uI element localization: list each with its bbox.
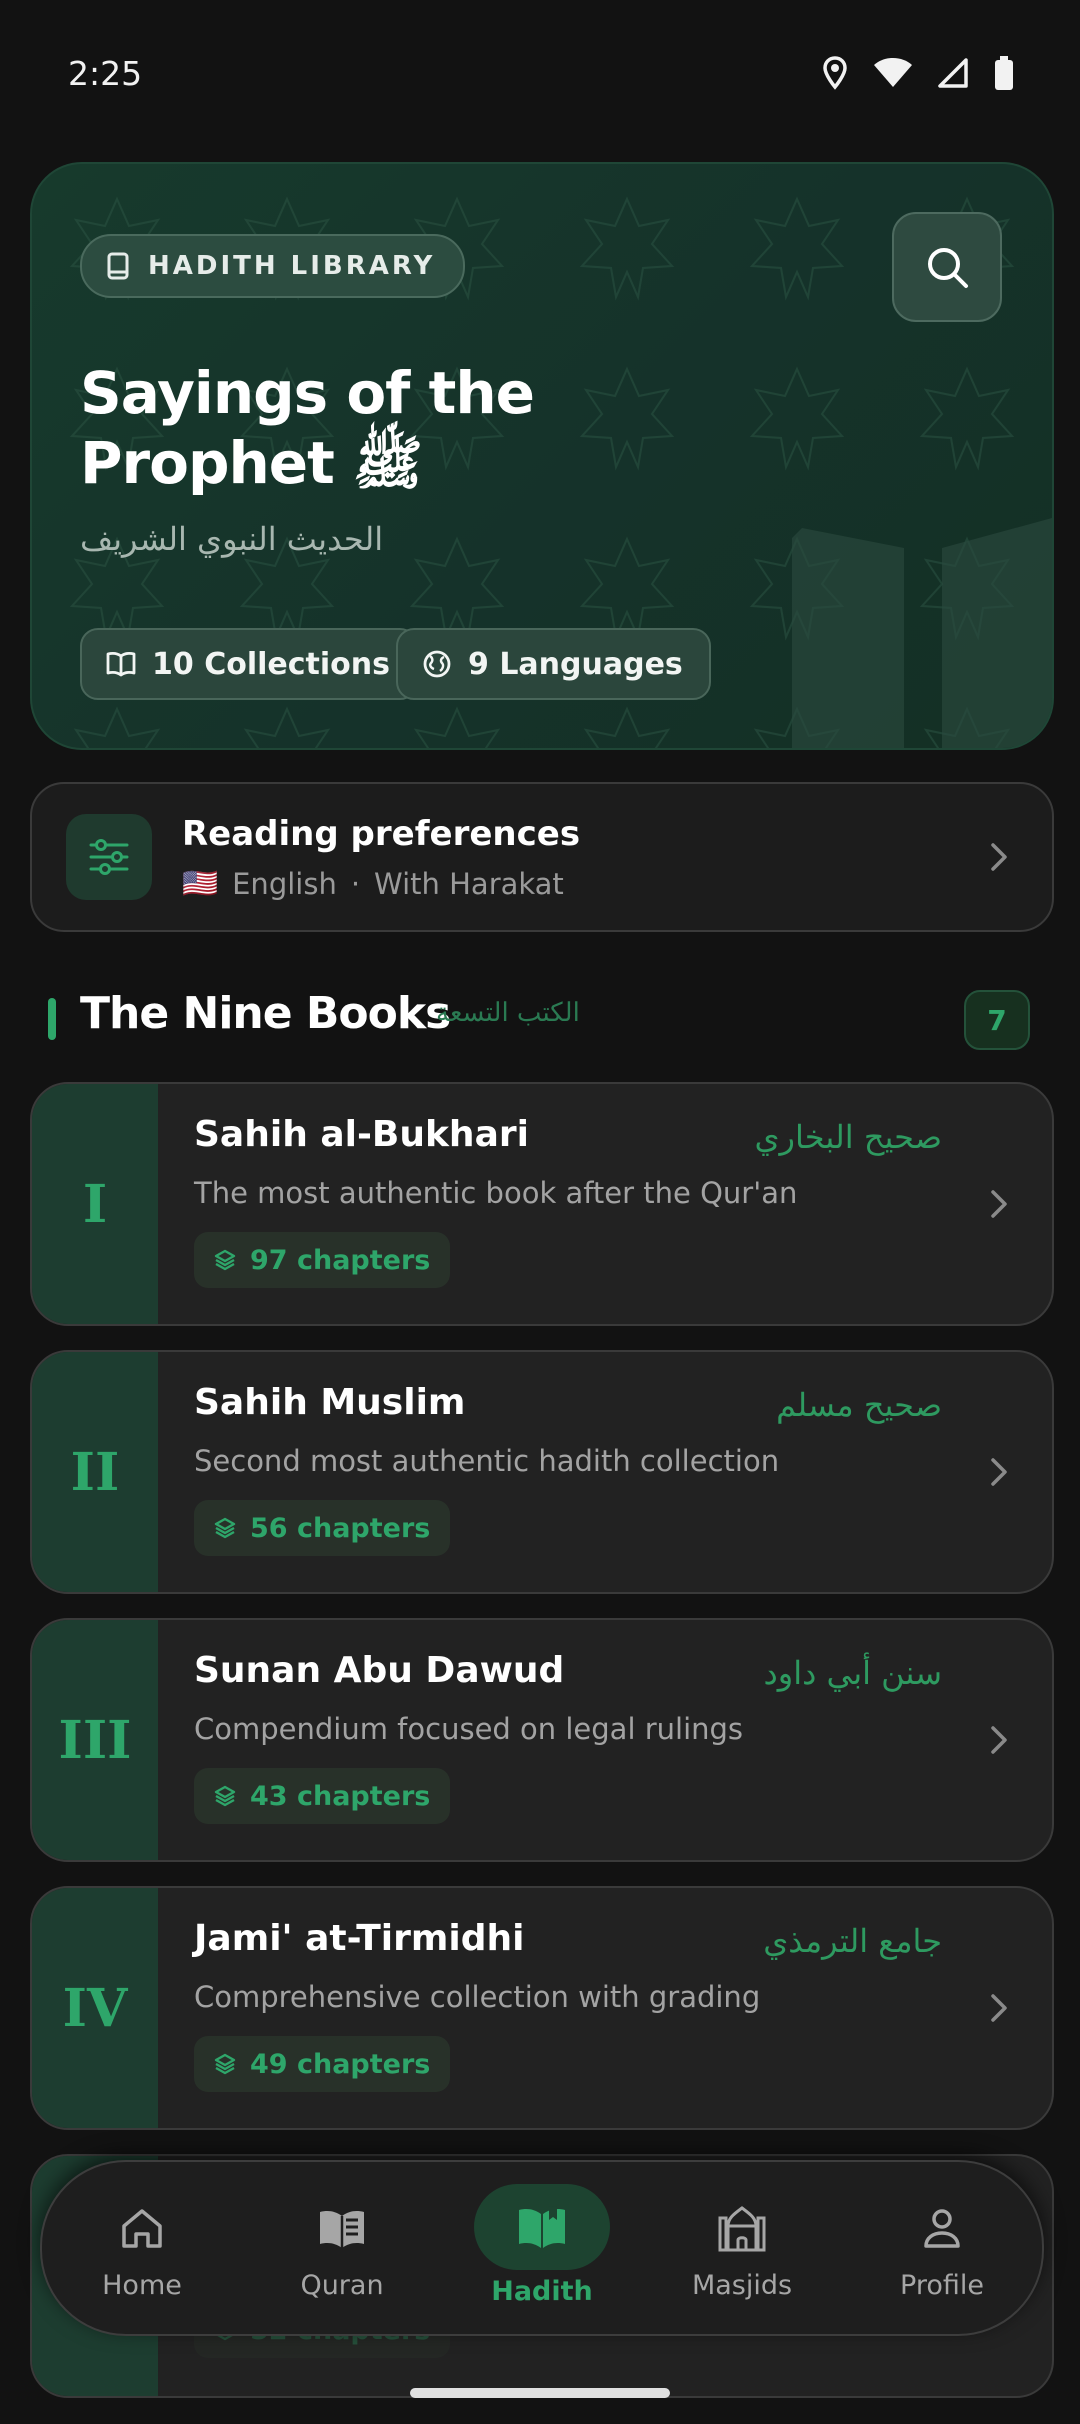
page-title: Sayings of the Prophet ﷺ: [80, 358, 640, 498]
flag-icon: 🇺🇸: [182, 866, 219, 900]
title-line-1: Sayings of the: [80, 359, 535, 427]
nav-home[interactable]: Home: [42, 2162, 242, 2334]
open-book-decoration: [792, 518, 1052, 748]
signal-icon: [938, 58, 968, 88]
open-book-icon: [106, 652, 136, 677]
battery-icon: [995, 56, 1013, 90]
chapters-badge: 43 chapters: [194, 1768, 451, 1824]
chapters-badge: 49 chapters: [194, 2036, 451, 2092]
nav-quran[interactable]: Quran: [242, 2162, 442, 2334]
book-arabic-title: جامع الترمذي: [763, 1922, 942, 1960]
chapters-count: 49 chapters: [250, 2048, 431, 2080]
nav-home-label: Home: [102, 2270, 182, 2301]
reading-preferences-card[interactable]: Reading preferences 🇺🇸 English · With Ha…: [30, 782, 1054, 932]
chevron-right-icon: [991, 1458, 1007, 1486]
section-arabic-title: الكتب التسعة: [436, 998, 580, 1028]
status-bar: 2:25: [0, 0, 1080, 150]
book-numeral: II: [32, 1352, 158, 1592]
preferences-title: Reading preferences: [182, 814, 581, 854]
status-time: 2:25: [68, 54, 143, 93]
book-arabic-title: صحيح البخاري: [754, 1118, 942, 1156]
masjid-icon: [714, 2198, 770, 2258]
wifi-icon: [874, 58, 912, 87]
book-description: Second most authentic hadith collection: [194, 1444, 780, 1478]
section-accent-bar: [48, 998, 56, 1040]
book-numeral: IV: [32, 1888, 158, 2128]
layers-icon: [214, 1785, 236, 1807]
location-icon: [823, 56, 847, 90]
book-title: Sahih al-Bukhari: [194, 1114, 529, 1155]
layers-icon: [214, 2053, 236, 2075]
hero-banner: HADITH LIBRARY Sayings of the Prophet ﷺ …: [30, 162, 1054, 750]
globe-icon: [423, 650, 451, 678]
book-description: The most authentic book after the Qur'an: [194, 1176, 798, 1210]
collections-chip: 10 Collections: [80, 628, 418, 700]
chevron-right-icon: [991, 1726, 1007, 1754]
nav-hadith-label: Hadith: [491, 2276, 593, 2307]
book-description: Compendium focused on legal rulings: [194, 1712, 744, 1746]
chapters-badge: 97 chapters: [194, 1232, 451, 1288]
layers-icon: [214, 1517, 236, 1539]
layers-icon: [214, 1249, 236, 1271]
nav-hadith[interactable]: Hadith: [442, 2162, 642, 2334]
quran-icon: [316, 2198, 368, 2258]
book-arabic-title: صحيح مسلم: [776, 1386, 942, 1424]
nav-profile-label: Profile: [900, 2270, 984, 2301]
home-indicator[interactable]: [410, 2388, 670, 2398]
collections-label: 10 Collections: [152, 646, 390, 682]
nav-profile[interactable]: Profile: [842, 2162, 1042, 2334]
nav-masjids-label: Masjids: [691, 2270, 793, 2301]
book-card-bukhari[interactable]: I Sahih al-Bukhari صحيح البخاري The most…: [30, 1082, 1054, 1326]
languages-chip: 9 Languages: [396, 628, 711, 700]
language-value: English: [232, 866, 337, 901]
separator: ·: [350, 866, 361, 901]
hadith-library-badge: HADITH LIBRARY: [80, 234, 466, 298]
profile-icon: [920, 2198, 964, 2258]
arabic-subtitle: الحديث النبوي الشريف: [80, 520, 384, 558]
book-card-tirmidhi[interactable]: IV Jami' at-Tirmidhi جامع الترمذي Compre…: [30, 1886, 1054, 2130]
languages-label: 9 Languages: [468, 646, 683, 682]
home-icon: [120, 2198, 164, 2258]
preferences-subtitle: 🇺🇸 English · With Harakat: [182, 866, 564, 901]
book-description: Comprehensive collection with grading: [194, 1980, 761, 2014]
search-button[interactable]: [892, 212, 1002, 322]
book-icon: [107, 252, 129, 280]
chevron-right-icon: [991, 843, 1007, 871]
nav-quran-label: Quran: [300, 2270, 384, 2301]
book-card-muslim[interactable]: II Sahih Muslim صحيح مسلم Second most au…: [30, 1350, 1054, 1594]
search-icon: [928, 248, 968, 288]
chevron-right-icon: [991, 1190, 1007, 1218]
section-title: The Nine Books: [80, 988, 451, 1039]
book-numeral: III: [32, 1620, 158, 1860]
section-count-badge: 7: [964, 990, 1030, 1050]
title-line-2: Prophet ﷺ: [80, 429, 424, 497]
chapters-count: 97 chapters: [250, 1244, 431, 1276]
book-title: Sahih Muslim: [194, 1382, 466, 1423]
chapters-count: 43 chapters: [250, 1780, 431, 1812]
bottom-navigation: Home Quran Hadith Masjids Profile: [40, 2160, 1044, 2336]
hadith-icon: [474, 2184, 610, 2270]
chapters-count: 56 chapters: [250, 1512, 431, 1544]
chevron-right-icon: [991, 1994, 1007, 2022]
book-title: Jami' at-Tirmidhi: [194, 1918, 525, 1959]
status-icons: [822, 56, 1014, 90]
sliders-icon: [66, 814, 152, 900]
harakat-value: With Harakat: [374, 866, 564, 901]
book-arabic-title: سنن أبي داود: [763, 1654, 942, 1692]
book-numeral: I: [32, 1084, 158, 1324]
book-title: Sunan Abu Dawud: [194, 1650, 565, 1691]
chapters-badge: 56 chapters: [194, 1500, 451, 1556]
book-card-abu-dawud[interactable]: III Sunan Abu Dawud سنن أبي داود Compend…: [30, 1618, 1054, 1862]
nav-masjids[interactable]: Masjids: [642, 2162, 842, 2334]
hadith-library-label: HADITH LIBRARY: [148, 251, 436, 281]
